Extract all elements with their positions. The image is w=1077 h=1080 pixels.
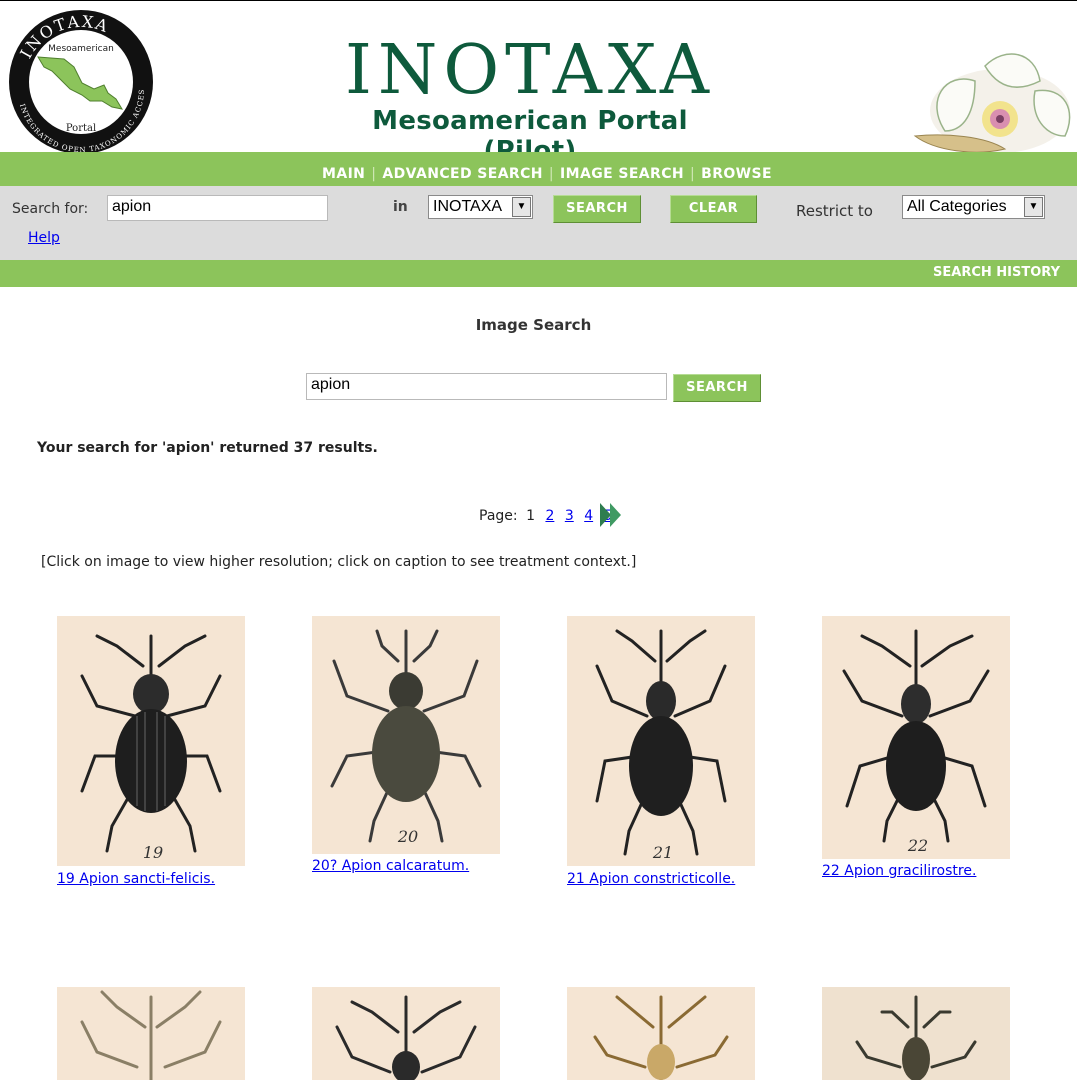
beetle-illustration (855, 995, 977, 1080)
plate-number: 20 (397, 827, 418, 846)
nav-image-search[interactable]: IMAGE SEARCH (560, 166, 684, 182)
search-history-link[interactable]: SEARCH HISTORY (933, 265, 1060, 280)
image-search-input[interactable]: apion (306, 373, 667, 400)
category-select[interactable]: All Categories ▼ (902, 195, 1045, 219)
result-image[interactable] (567, 987, 755, 1080)
global-search-bar: Search for: apion in INOTAXA ▼ SEARCH CL… (0, 186, 1077, 260)
flower-illustration (913, 53, 1071, 153)
page-link-4[interactable]: 4 (584, 508, 593, 524)
result-image[interactable] (57, 987, 245, 1080)
source-select-value: INOTAXA (433, 198, 503, 215)
restrict-to-label: Restrict to (796, 202, 873, 220)
nav-separator: | (690, 166, 696, 182)
page-title: Image Search (475, 316, 592, 334)
nav-browse[interactable]: BROWSE (701, 166, 772, 182)
nav-advanced-search[interactable]: ADVANCED SEARCH (382, 166, 542, 182)
page-link-2[interactable]: 2 (545, 508, 554, 524)
beetle-illustration: 22 (842, 629, 990, 855)
beetle-illustration (593, 995, 729, 1080)
clear-button[interactable]: CLEAR (670, 195, 757, 223)
beetle-illustration: 19 (80, 634, 222, 862)
pagination: Page: 1 2 3 4 5 (479, 503, 621, 527)
site-header: INOTAXA INTEGRATED OPEN TAXONOMIC ACCESS… (0, 1, 1077, 166)
result-image[interactable]: 19 (57, 616, 245, 866)
nav-separator: | (371, 166, 377, 182)
image-search-button[interactable]: SEARCH (673, 374, 761, 402)
result-image[interactable] (312, 987, 500, 1080)
nav-links: MAIN | ADVANCED SEARCH | IMAGE SEARCH | BROWSE (322, 166, 772, 182)
current-page: 1 (526, 508, 535, 524)
result-image[interactable]: 21 (567, 616, 755, 866)
dropdown-arrow-icon[interactable]: ▼ (1024, 197, 1043, 217)
beetle-illustration: 20 (330, 629, 482, 846)
result-image[interactable] (822, 987, 1010, 1080)
search-history-bar: SEARCH HISTORY (0, 260, 1077, 287)
beetle-illustration (335, 995, 477, 1080)
plate-number: 19 (143, 843, 163, 862)
beetle-illustration: 21 (595, 629, 727, 862)
search-button[interactable]: SEARCH (553, 195, 641, 223)
page-link-3[interactable]: 3 (565, 508, 574, 524)
category-select-value: All Categories (907, 198, 1007, 215)
nav-main[interactable]: MAIN (322, 166, 365, 182)
plate-number: 21 (652, 843, 673, 862)
result-image[interactable]: 20 (312, 616, 500, 854)
source-select[interactable]: INOTAXA ▼ (428, 195, 533, 219)
help-link[interactable]: Help (28, 230, 60, 246)
plate-number: 22 (907, 836, 928, 855)
result-summary: Your search for 'apion' returned 37 resu… (37, 440, 378, 456)
pager-label: Page: (479, 508, 518, 524)
result-caption[interactable]: 22 Apion gracilirostre. (822, 863, 976, 879)
search-for-label: Search for: (12, 201, 89, 217)
nav-separator: | (548, 166, 555, 182)
search-input[interactable]: apion (107, 195, 328, 221)
dropdown-arrow-icon[interactable]: ▼ (512, 197, 531, 217)
main-nav: MAIN | ADVANCED SEARCH | IMAGE SEARCH | BROWSE (0, 152, 1077, 186)
result-image[interactable]: 22 (822, 616, 1010, 859)
beetle-illustration (80, 990, 222, 1080)
inotaxa-logo[interactable]: INOTAXA INTEGRATED OPEN TAXONOMIC ACCESS… (4, 9, 158, 155)
double-chevron-right-icon[interactable] (599, 502, 623, 528)
svg-text:Mesoamerican: Mesoamerican (48, 44, 114, 54)
instructions-text: [Click on image to view higher resolutio… (41, 554, 637, 570)
result-caption[interactable]: 19 Apion sancti-felicis. (57, 871, 215, 887)
result-caption[interactable]: 21 Apion constricticolle. (567, 871, 735, 887)
svg-text:Portal: Portal (66, 123, 96, 134)
site-title: INOTAXA (345, 31, 715, 110)
in-label: in (393, 199, 408, 215)
result-caption[interactable]: 20? Apion calcaratum. (312, 858, 469, 874)
